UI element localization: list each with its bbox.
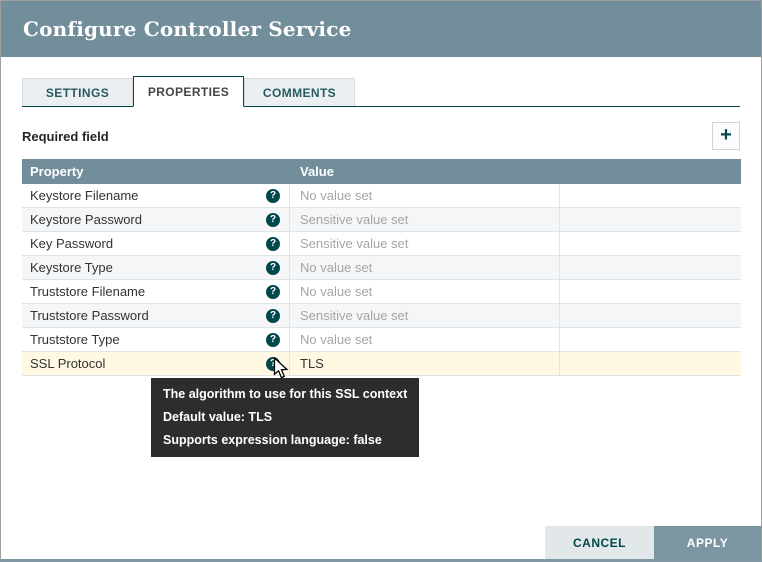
property-name: Keystore Filename [30, 188, 266, 203]
table-row[interactable]: Truststore Type? No value set [22, 328, 741, 352]
help-icon[interactable]: ? [266, 261, 280, 275]
property-value: Sensitive value set [300, 212, 408, 227]
value-cell[interactable]: Sensitive value set [290, 304, 560, 327]
tab-bar: SETTINGS PROPERTIES COMMENTS [22, 76, 740, 107]
property-name: Truststore Type [30, 332, 266, 347]
property-value: No value set [300, 188, 372, 203]
value-cell[interactable]: Sensitive value set [290, 232, 560, 255]
value-cell[interactable]: No value set [290, 184, 560, 207]
dialog-title: Configure Controller Service [23, 17, 352, 41]
column-header-property: Property [22, 164, 290, 179]
tab-properties[interactable]: PROPERTIES [133, 76, 244, 107]
tab-comments[interactable]: COMMENTS [244, 78, 355, 106]
apply-button[interactable]: APPLY [654, 526, 761, 559]
dialog-footer: CANCEL APPLY [545, 526, 761, 559]
value-cell[interactable]: Sensitive value set [290, 208, 560, 231]
property-name: Truststore Password [30, 308, 266, 323]
tab-properties-label: PROPERTIES [148, 85, 229, 99]
help-icon[interactable]: ? [266, 309, 280, 323]
tooltip-expression-language: Supports expression language: false [163, 433, 407, 447]
tooltip-default-value: Default value: TLS [163, 410, 407, 424]
value-cell[interactable]: TLS [290, 352, 560, 375]
table-header-row: Property Value [22, 159, 741, 184]
property-name: Keystore Type [30, 260, 266, 275]
property-name: SSL Protocol [30, 356, 266, 371]
properties-table: Property Value Keystore Filename? No valu… [22, 159, 741, 376]
property-value: No value set [300, 284, 372, 299]
tab-comments-label: COMMENTS [263, 86, 336, 100]
help-icon[interactable]: ? [266, 285, 280, 299]
property-value: No value set [300, 332, 372, 347]
property-cell: Truststore Type? [22, 328, 290, 351]
tab-settings[interactable]: SETTINGS [22, 78, 133, 106]
table-body: Keystore Filename? No value set Keystore P… [22, 184, 741, 376]
property-cell: SSL Protocol? [22, 352, 290, 375]
help-icon[interactable]: ? [266, 237, 280, 251]
help-icon[interactable]: ? [266, 333, 280, 347]
help-icon[interactable]: ? [266, 189, 280, 203]
dialog-content: SETTINGS PROPERTIES COMMENTS Required fi… [1, 76, 761, 376]
value-cell[interactable]: No value set [290, 280, 560, 303]
table-row[interactable]: Key Password? Sensitive value set [22, 232, 741, 256]
property-cell: Truststore Filename? [22, 280, 290, 303]
cancel-button[interactable]: CANCEL [545, 526, 654, 559]
tooltip-description: The algorithm to use for this SSL contex… [163, 387, 407, 401]
property-value: Sensitive value set [300, 236, 408, 251]
property-cell: Keystore Filename? [22, 184, 290, 207]
property-name: Truststore Filename [30, 284, 266, 299]
property-name: Key Password [30, 236, 266, 251]
table-controls: Required field + [22, 122, 740, 150]
property-value: No value set [300, 260, 372, 275]
property-cell: Keystore Type? [22, 256, 290, 279]
configure-controller-service-dialog: Configure Controller Service SETTINGS PR… [0, 0, 762, 562]
property-name: Keystore Password [30, 212, 266, 227]
add-property-button[interactable]: + [712, 122, 740, 150]
property-help-tooltip: The algorithm to use for this SSL contex… [151, 378, 419, 457]
table-row[interactable]: Truststore Filename? No value set [22, 280, 741, 304]
value-cell[interactable]: No value set [290, 256, 560, 279]
plus-icon: + [720, 125, 732, 145]
property-cell: Key Password? [22, 232, 290, 255]
property-cell: Truststore Password? [22, 304, 290, 327]
table-row[interactable]: Keystore Password? Sensitive value set [22, 208, 741, 232]
table-row[interactable]: SSL Protocol? TLS [22, 352, 741, 376]
property-value: Sensitive value set [300, 308, 408, 323]
table-row[interactable]: Keystore Filename? No value set [22, 184, 741, 208]
tab-settings-label: SETTINGS [46, 86, 109, 100]
help-icon[interactable]: ? [266, 213, 280, 227]
value-cell[interactable]: No value set [290, 328, 560, 351]
table-row[interactable]: Keystore Type? No value set [22, 256, 741, 280]
dialog-header: Configure Controller Service [1, 1, 761, 57]
property-cell: Keystore Password? [22, 208, 290, 231]
property-value: TLS [300, 356, 324, 371]
help-icon[interactable]: ? [266, 357, 280, 371]
column-header-value: Value [290, 164, 560, 179]
required-field-label: Required field [22, 129, 109, 144]
table-row[interactable]: Truststore Password? Sensitive value set [22, 304, 741, 328]
